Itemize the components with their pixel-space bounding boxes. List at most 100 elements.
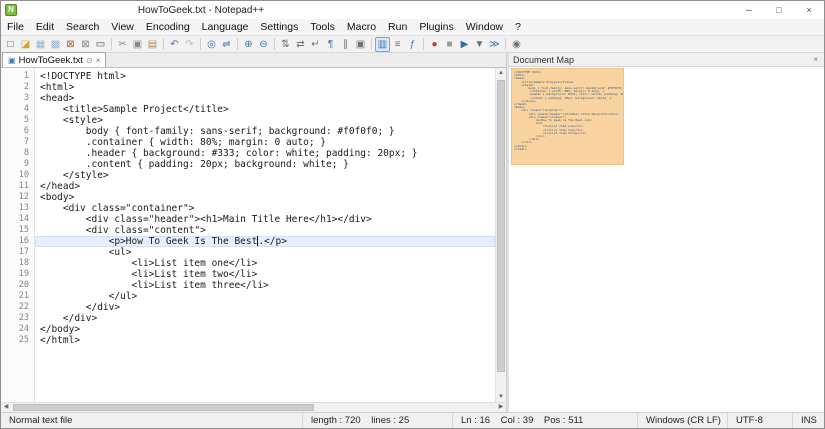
vertical-scroll-track[interactable]: [496, 78, 506, 392]
code-line[interactable]: <li>List item two</li>: [35, 269, 495, 280]
cut-icon[interactable]: ✂: [115, 37, 130, 52]
code-line[interactable]: <div class="header"><h1>Main Title Here<…: [35, 214, 495, 225]
replace-icon[interactable]: ⇌: [219, 37, 234, 52]
sync-vertical-scroll-icon[interactable]: ⇅: [278, 37, 293, 52]
document-map-close-icon[interactable]: ×: [811, 55, 820, 64]
code-line[interactable]: <head>: [35, 93, 495, 104]
code-line[interactable]: .content { padding: 20px; background: wh…: [35, 159, 495, 170]
code-line[interactable]: <div class="container">: [35, 203, 495, 214]
menu-item-plugins[interactable]: Plugins: [413, 19, 459, 35]
menu-item-view[interactable]: View: [105, 19, 140, 35]
menu-item-search[interactable]: Search: [60, 19, 105, 35]
menu-item-file[interactable]: File: [1, 19, 30, 35]
save-file-icon[interactable]: ▦: [33, 37, 48, 52]
scroll-right-arrow[interactable]: ▶: [496, 403, 506, 412]
line-number: 12: [1, 192, 29, 203]
line-number: 8: [1, 148, 29, 159]
close-button[interactable]: ×: [794, 1, 824, 19]
editor[interactable]: 1234567891011121314151617181920212223242…: [1, 68, 506, 402]
code-line[interactable]: </body>: [35, 324, 495, 335]
toolbar-separator: [423, 38, 424, 50]
code-line[interactable]: </ul>: [35, 291, 495, 302]
code-line[interactable]: </html>: [35, 335, 495, 346]
print-icon[interactable]: ▭: [93, 37, 108, 52]
tab-close-icon[interactable]: ×: [96, 56, 101, 65]
code-line[interactable]: </div>: [35, 302, 495, 313]
tab-howtogeek[interactable]: ▣ HowToGeek.txt ⊙ ×: [2, 52, 106, 67]
status-encoding[interactable]: UTF-8: [727, 413, 792, 428]
code-line[interactable]: body { font-family: sans-serif; backgrou…: [35, 126, 495, 137]
record-macro-icon[interactable]: ●: [427, 37, 442, 52]
menu-item-tools[interactable]: Tools: [304, 19, 341, 35]
document-list-icon[interactable]: ≡: [390, 37, 405, 52]
run-macro-multiple-icon[interactable]: ≫: [487, 37, 502, 52]
find-icon[interactable]: ◎: [204, 37, 219, 52]
menu-item-settings[interactable]: Settings: [254, 19, 304, 35]
show-all-characters-icon[interactable]: ¶: [323, 37, 338, 52]
code-line[interactable]: </head>: [35, 181, 495, 192]
maximize-button[interactable]: □: [764, 1, 794, 19]
paste-icon[interactable]: ▤: [145, 37, 160, 52]
code-line[interactable]: <title>Sample Project</title>: [35, 104, 495, 115]
word-wrap-icon[interactable]: ↵: [308, 37, 323, 52]
scroll-down-arrow[interactable]: ▼: [496, 392, 506, 402]
close-all-icon[interactable]: ⊠: [78, 37, 93, 52]
code-line[interactable]: <!DOCTYPE html>: [35, 71, 495, 82]
code-line[interactable]: <div class="content">: [35, 225, 495, 236]
menu-bar: FileEditSearchViewEncodingLanguageSettin…: [1, 19, 824, 36]
stop-recording-icon[interactable]: ■: [442, 37, 457, 52]
horizontal-scrollbar[interactable]: ◀ ▶: [1, 402, 506, 412]
horizontal-scroll-track[interactable]: [11, 403, 496, 412]
code-line[interactable]: <li>List item three</li>: [35, 280, 495, 291]
app-icon[interactable]: N: [5, 4, 17, 16]
status-eol-format[interactable]: Windows (CR LF): [637, 413, 727, 428]
redo-icon[interactable]: ↷: [182, 37, 197, 52]
menu-item-language[interactable]: Language: [196, 19, 255, 35]
save-all-icon[interactable]: ▩: [48, 37, 63, 52]
menu-item-macro[interactable]: Macro: [341, 19, 382, 35]
document-map-viewport[interactable]: <!DOCTYPE html> <html> <head> <title>Sam…: [511, 68, 624, 165]
main-area: ▣ HowToGeek.txt ⊙ × 12345678910111213141…: [1, 53, 824, 412]
code-area[interactable]: <!DOCTYPE html><html><head> <title>Sampl…: [35, 68, 495, 402]
undo-icon[interactable]: ↶: [167, 37, 182, 52]
code-line[interactable]: <ul>: [35, 247, 495, 258]
minimize-button[interactable]: ─: [734, 1, 764, 19]
document-map-header: Document Map ×: [509, 53, 824, 67]
document-map-icon[interactable]: ▥: [375, 37, 390, 52]
menu-item-encoding[interactable]: Encoding: [140, 19, 196, 35]
user-defined-dialog-icon[interactable]: ▣: [353, 37, 368, 52]
code-line[interactable]: </div>: [35, 313, 495, 324]
open-file-icon[interactable]: ◪: [18, 37, 33, 52]
code-line[interactable]: </style>: [35, 170, 495, 181]
tab-pin-icon[interactable]: ⊙: [86, 56, 93, 65]
vertical-scroll-thumb[interactable]: [497, 80, 505, 372]
monitoring-icon[interactable]: ◉: [509, 37, 524, 52]
menu-item-window[interactable]: Window: [460, 19, 509, 35]
vertical-scrollbar[interactable]: ▲ ▼: [495, 68, 506, 402]
zoom-in-icon[interactable]: ⊕: [241, 37, 256, 52]
sync-horizontal-scroll-icon[interactable]: ⇄: [293, 37, 308, 52]
status-insert-mode[interactable]: INS: [792, 413, 824, 428]
function-list-icon[interactable]: ƒ: [405, 37, 420, 52]
scroll-up-arrow[interactable]: ▲: [496, 68, 506, 78]
code-line[interactable]: <body>: [35, 192, 495, 203]
code-line[interactable]: <html>: [35, 82, 495, 93]
code-line[interactable]: <li>List item one</li>: [35, 258, 495, 269]
menu-item-help[interactable]: ?: [509, 19, 527, 35]
menu-item-edit[interactable]: Edit: [30, 19, 60, 35]
close-file-icon[interactable]: ⊠: [63, 37, 78, 52]
document-map-body[interactable]: <!DOCTYPE html> <html> <head> <title>Sam…: [509, 67, 824, 412]
copy-icon[interactable]: ▣: [130, 37, 145, 52]
code-line[interactable]: <p>How To Geek Is The Best.</p>: [35, 236, 495, 247]
code-line[interactable]: .container { width: 80%; margin: 0 auto;…: [35, 137, 495, 148]
save-macro-icon[interactable]: ▼: [472, 37, 487, 52]
code-line[interactable]: <style>: [35, 115, 495, 126]
menu-item-run[interactable]: Run: [382, 19, 413, 35]
zoom-out-icon[interactable]: ⊖: [256, 37, 271, 52]
code-line[interactable]: .header { background: #333; color: white…: [35, 148, 495, 159]
playback-macro-icon[interactable]: ▶: [457, 37, 472, 52]
new-file-icon[interactable]: □: [3, 37, 18, 52]
show-indent-guide-icon[interactable]: ∥: [338, 37, 353, 52]
horizontal-scroll-thumb[interactable]: [13, 404, 314, 411]
scroll-left-arrow[interactable]: ◀: [1, 403, 11, 412]
